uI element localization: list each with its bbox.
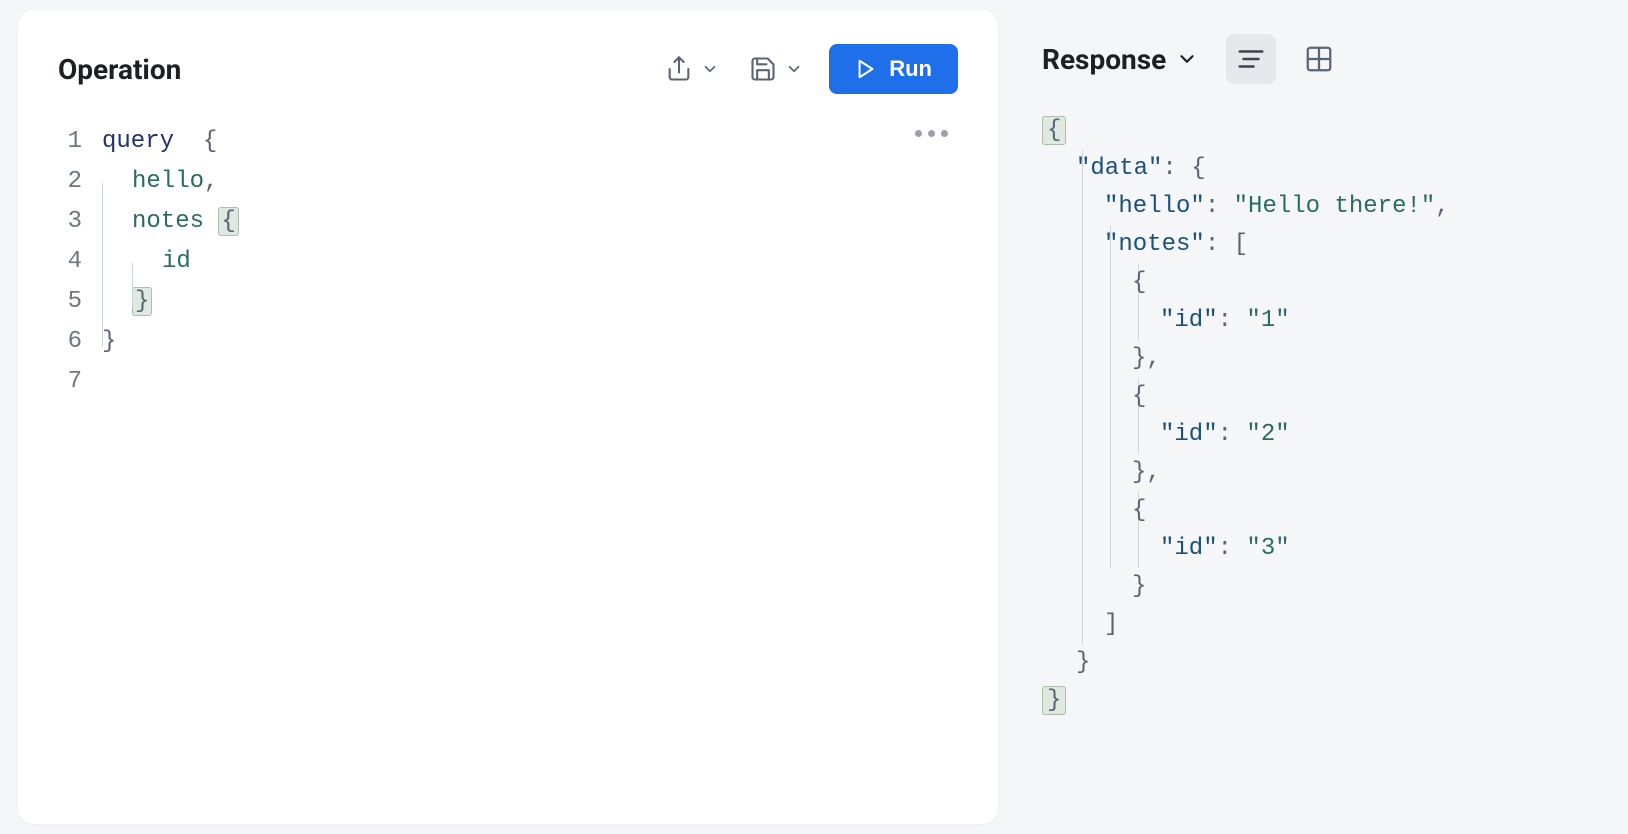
operation-title: Operation	[58, 53, 181, 86]
json-value: "2"	[1246, 421, 1289, 448]
chevron-down-icon	[1176, 48, 1198, 70]
view-table-button[interactable]	[1294, 34, 1344, 84]
line-number: 6	[58, 322, 102, 362]
json-key: "hello"	[1104, 193, 1205, 220]
run-button[interactable]: Run	[829, 44, 958, 94]
line-number: 5	[58, 282, 102, 322]
operation-toolbar: Run	[661, 44, 958, 94]
play-icon	[855, 58, 877, 80]
code-line: 3 notes {	[58, 202, 958, 242]
json-value: "1"	[1246, 307, 1289, 334]
export-group	[661, 49, 723, 89]
json-key: "data"	[1076, 155, 1162, 182]
line-number: 3	[58, 202, 102, 242]
save-dropdown[interactable]	[781, 54, 807, 84]
table-view-icon	[1304, 44, 1334, 74]
chevron-down-icon	[785, 60, 803, 78]
operation-panel: Operation Run	[18, 10, 998, 824]
line-number: 1	[58, 122, 102, 162]
code-line: 1 query {	[58, 122, 958, 162]
token-keyword: query	[102, 128, 174, 155]
operation-editor[interactable]: 1 query { 2 hello, 3 notes { 4 id 5 } 6 …	[58, 122, 958, 402]
save-group	[745, 49, 807, 89]
json-key: "id"	[1160, 535, 1218, 562]
response-view-toggles	[1226, 34, 1344, 84]
json-value: "Hello there!"	[1234, 193, 1436, 220]
response-title-group[interactable]: Response	[1042, 43, 1198, 76]
export-dropdown[interactable]	[697, 54, 723, 84]
editor-more-button[interactable]	[915, 130, 948, 137]
json-value: "3"	[1246, 535, 1289, 562]
json-key: "id"	[1160, 421, 1218, 448]
save-button[interactable]	[745, 49, 781, 89]
token-field: id	[162, 248, 191, 275]
response-viewer[interactable]: { "data": { "hello": "Hello there!", "no…	[1042, 112, 1608, 720]
code-line: 4 id	[58, 242, 958, 282]
code-line: 2 hello,	[58, 162, 958, 202]
view-json-button[interactable]	[1226, 34, 1276, 84]
run-button-label: Run	[889, 56, 932, 82]
json-key: "notes"	[1104, 231, 1205, 258]
save-icon	[749, 55, 777, 83]
code-line: 7	[58, 362, 958, 402]
line-number: 4	[58, 242, 102, 282]
export-button[interactable]	[661, 49, 697, 89]
operation-header: Operation Run	[58, 44, 958, 94]
code-line: 6 }	[58, 322, 958, 362]
token-field: notes	[132, 208, 204, 235]
chevron-down-icon	[701, 60, 719, 78]
response-title: Response	[1042, 43, 1166, 76]
text-view-icon	[1236, 44, 1266, 74]
share-icon	[665, 55, 693, 83]
line-number: 7	[58, 362, 102, 402]
json-key: "id"	[1160, 307, 1218, 334]
response-header: Response	[1042, 34, 1608, 84]
code-line: 5 }	[58, 282, 958, 322]
token-field: hello	[132, 168, 204, 195]
line-number: 2	[58, 162, 102, 202]
response-panel: Response { "data": { "hello": "Hello the…	[998, 0, 1628, 834]
